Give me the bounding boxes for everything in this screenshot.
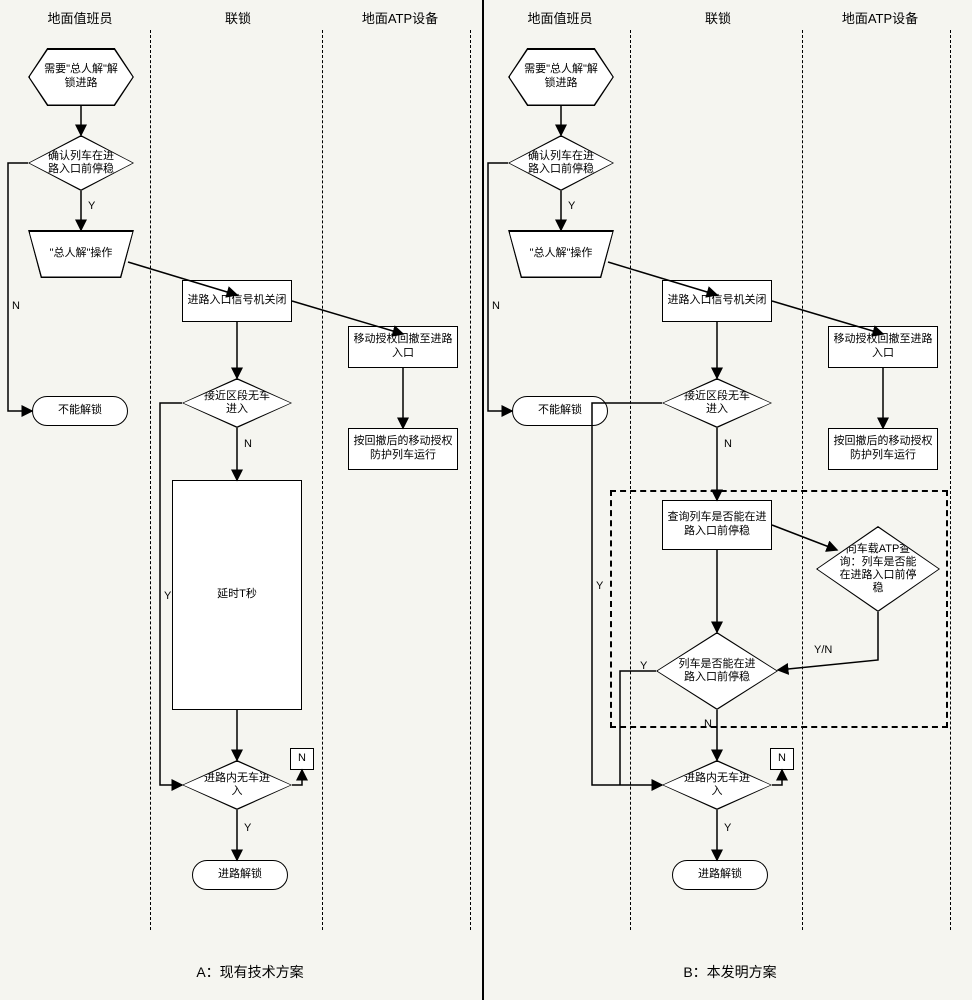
- y-label: Y: [724, 822, 731, 834]
- ma-protect-b: 按回撤后的移动授权防护列车运行: [828, 428, 938, 470]
- lane-divider: [322, 30, 323, 930]
- n-box-b: N: [770, 748, 794, 770]
- panel-divider: [482, 0, 484, 1000]
- confirm-stopped-b: 确认列车在进路入口前停稳: [508, 135, 614, 191]
- delay-t-a: 延时T秒: [172, 480, 302, 710]
- route-unlock-a: 进路解锁: [192, 860, 288, 890]
- y-label: Y: [244, 822, 251, 834]
- n-label: N: [492, 300, 500, 312]
- lane-divider: [950, 30, 951, 930]
- start-node-a: 需要"总人解"解锁进路: [28, 48, 134, 106]
- yn-label: Y/N: [814, 644, 832, 656]
- ask-onboard-atp-b: 向车载ATP查询：列车是否能在进路入口前停稳: [816, 526, 940, 612]
- cannot-unlock-a: 不能解锁: [32, 396, 128, 426]
- ma-retract-a: 移动授权回撤至进路入口: [348, 326, 458, 368]
- caption-a: A：现有技术方案: [160, 962, 340, 982]
- start-node-b: 需要"总人解"解锁进路: [508, 48, 614, 106]
- route-clear-a: 进路内无车进入: [182, 760, 292, 810]
- n-label: N: [244, 438, 252, 450]
- lane-b3-header: 地面ATP设备: [820, 8, 940, 27]
- y-label: Y: [568, 200, 575, 212]
- n-label: N: [724, 438, 732, 450]
- y-label: Y: [640, 660, 647, 672]
- n-box-a: N: [290, 748, 314, 770]
- y-label: Y: [164, 590, 171, 602]
- lane-divider: [630, 30, 631, 930]
- lane-a1-header: 地面值班员: [30, 8, 130, 27]
- route-unlock-b: 进路解锁: [672, 860, 768, 890]
- route-clear-b: 进路内无车进入: [662, 760, 772, 810]
- op-total-release-b: "总人解"操作: [508, 230, 614, 278]
- lane-b2-header: 联锁: [678, 8, 758, 27]
- cannot-unlock-b: 不能解锁: [512, 396, 608, 426]
- lane-a2-header: 联锁: [198, 8, 278, 27]
- y-label: Y: [88, 200, 95, 212]
- lane-b1-header: 地面值班员: [510, 8, 610, 27]
- op-total-release-a: "总人解"操作: [28, 230, 134, 278]
- caption-b: B：本发明方案: [640, 962, 820, 982]
- lane-divider: [470, 30, 471, 930]
- approach-clear-b: 接近区段无车进入: [662, 378, 772, 428]
- y-label: Y: [596, 580, 603, 592]
- signal-close-a: 进路入口信号机关闭: [182, 280, 292, 322]
- n-label: N: [704, 718, 712, 730]
- ma-retract-b: 移动授权回撤至进路入口: [828, 326, 938, 368]
- can-stop-decision-b: 列车是否能在进路入口前停稳: [656, 632, 778, 710]
- diagram-canvas: 地面值班员 联锁 地面ATP设备 地面值班员 联锁 地面ATP设备 需要"总人解…: [0, 0, 972, 1000]
- lane-a3-header: 地面ATP设备: [340, 8, 460, 27]
- confirm-stopped-a: 确认列车在进路入口前停稳: [28, 135, 134, 191]
- n-label: N: [12, 300, 20, 312]
- approach-clear-a: 接近区段无车进入: [182, 378, 292, 428]
- signal-close-b: 进路入口信号机关闭: [662, 280, 772, 322]
- query-can-stop-b: 查询列车是否能在进路入口前停稳: [662, 500, 772, 550]
- ma-protect-a: 按回撤后的移动授权防护列车运行: [348, 428, 458, 470]
- lane-divider: [802, 30, 803, 930]
- lane-divider: [150, 30, 151, 930]
